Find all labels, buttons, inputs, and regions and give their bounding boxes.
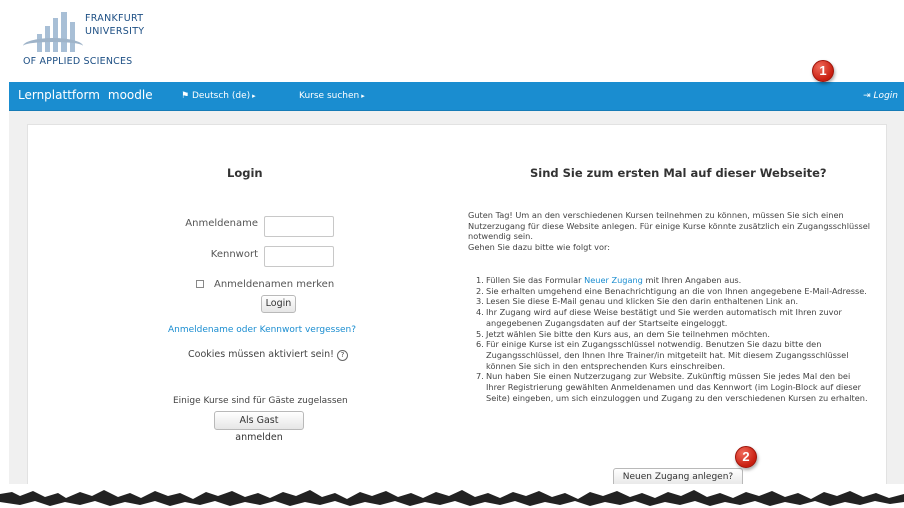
forgot-password-link[interactable]: Anmeldename oder Kennwort vergessen?: [168, 325, 356, 335]
step-number: 7.: [476, 371, 484, 382]
step-number: 2.: [476, 285, 484, 296]
caret-right-icon: ▸: [252, 92, 256, 100]
site-header: FRANKFURT UNIVERSITY OF APPLIED SCIENCES: [9, 0, 904, 82]
username-input[interactable]: [264, 216, 334, 237]
navbar-login-link[interactable]: ⇥ Login: [863, 91, 898, 101]
top-navbar: Lernplattform moodle ⚑ Deutsch (de) ▸ Kurs…: [9, 82, 904, 111]
cookies-notice: Cookies müssen aktiviert sein!?: [188, 349, 348, 361]
guest-access-text: Einige Kurse sind für Gäste zugelassen: [173, 396, 348, 406]
help-icon[interactable]: ?: [336, 350, 348, 361]
password-label: Kennwort: [210, 249, 258, 260]
signup-intro-text: Guten Tag! Um an den verschiedenen Kurse…: [468, 210, 871, 242]
cookies-text: Cookies müssen aktiviert sein!: [188, 349, 334, 360]
university-logo[interactable]: FRANKFURT UNIVERSITY OF APPLIED SCIENCES: [23, 12, 173, 72]
step-number: 6.: [476, 339, 484, 350]
annotation-marker-2: 2: [735, 446, 757, 468]
list-item: 2. Sie erhalten umgehend eine Benachricht…: [468, 286, 868, 297]
list-item: 5. Jetzt wählen Sie bitte den Kurs aus, a…: [468, 329, 868, 340]
login-icon: ⇥: [863, 91, 871, 101]
logo-swoosh: [23, 38, 83, 54]
new-account-link[interactable]: Neuer Zugang: [584, 275, 643, 285]
search-courses-menu[interactable]: Kurse suchen ▸: [299, 91, 365, 101]
step-text: Ihr Zugang wird auf diese Weise bestätig…: [486, 307, 842, 328]
site-brand[interactable]: Lernplattform moodle: [18, 88, 153, 102]
password-input[interactable]: [264, 246, 334, 267]
list-item: 1. Füllen Sie das Formular Neuer Zugang m…: [468, 275, 868, 286]
list-item: 7. Nun haben Sie einen Nutzerzugang zur W…: [468, 371, 868, 403]
torn-edge-decoration: [0, 484, 904, 508]
list-item: 4. Ihr Zugang wird auf diese Weise bestät…: [468, 307, 868, 328]
navbar-login-label: Login: [873, 91, 898, 101]
language-label: Deutsch (de): [191, 91, 251, 101]
step-text: Sie erhalten umgehend eine Benachrichtig…: [486, 285, 867, 296]
logo-line-3: OF APPLIED SCIENCES: [23, 56, 133, 67]
language-menu[interactable]: ⚑ Deutsch (de) ▸: [181, 91, 256, 101]
remember-checkbox[interactable]: [196, 280, 204, 288]
login-button[interactable]: Login: [261, 295, 296, 313]
step-number: 1.: [476, 275, 484, 285]
logo-line-2: UNIVERSITY: [85, 26, 145, 37]
caret-right-icon: ▸: [361, 92, 365, 100]
logo-line-1: FRANKFURT: [85, 13, 144, 24]
guest-login-button[interactable]: Als Gast anmelden: [214, 411, 304, 443]
remember-username[interactable]: Anmeldenamen merken: [196, 279, 334, 290]
step-text: mit Ihren Angaben aus.: [645, 275, 742, 285]
remember-label: Anmeldenamen merken: [214, 279, 335, 290]
username-label: Anmeldename: [185, 218, 258, 229]
page-content: Login Anmeldename Kennwort Anmeldenamen …: [9, 111, 904, 498]
login-heading: Login: [227, 166, 263, 180]
step-text: Nun haben Sie einen Nutzerzugang zur Web…: [486, 371, 868, 403]
search-courses-label: Kurse suchen: [299, 91, 360, 101]
step-text: Lesen Sie diese E-Mail genau und klicken…: [486, 296, 799, 307]
list-item: 6. Für einige Kurse ist ein Zugangsschlüs…: [468, 339, 868, 371]
flag-icon: ⚑: [181, 91, 190, 101]
signup-intro-instruction: Gehen Sie dazu bitte wie folgt vor:: [468, 242, 610, 253]
brand-label: Lernplattform: [18, 88, 100, 102]
list-item: 3. Lesen Sie diese E-Mail genau und klick…: [468, 296, 868, 307]
logo-wordmark: FRANKFURT UNIVERSITY: [85, 12, 144, 38]
step-text: Füllen Sie das Formular: [486, 275, 582, 285]
signup-intro: Guten Tag! Um an den verschiedenen Kurse…: [468, 210, 873, 253]
step-number: 3.: [476, 296, 484, 307]
signup-steps-list: 1. Füllen Sie das Formular Neuer Zugang m…: [468, 275, 868, 403]
step-number: 5.: [476, 328, 484, 339]
login-panel: Login Anmeldename Kennwort Anmeldenamen …: [27, 124, 887, 488]
step-number: 4.: [476, 307, 484, 318]
signup-heading: Sind Sie zum ersten Mal auf dieser Webse…: [530, 166, 827, 180]
annotation-marker-1: 1: [812, 60, 834, 82]
step-text: Jetzt wählen Sie bitte den Kurs aus, an …: [486, 328, 770, 339]
brand-moodle: moodle: [107, 88, 153, 102]
step-text: Für einige Kurse ist ein Zugangsschlüsse…: [486, 339, 849, 371]
